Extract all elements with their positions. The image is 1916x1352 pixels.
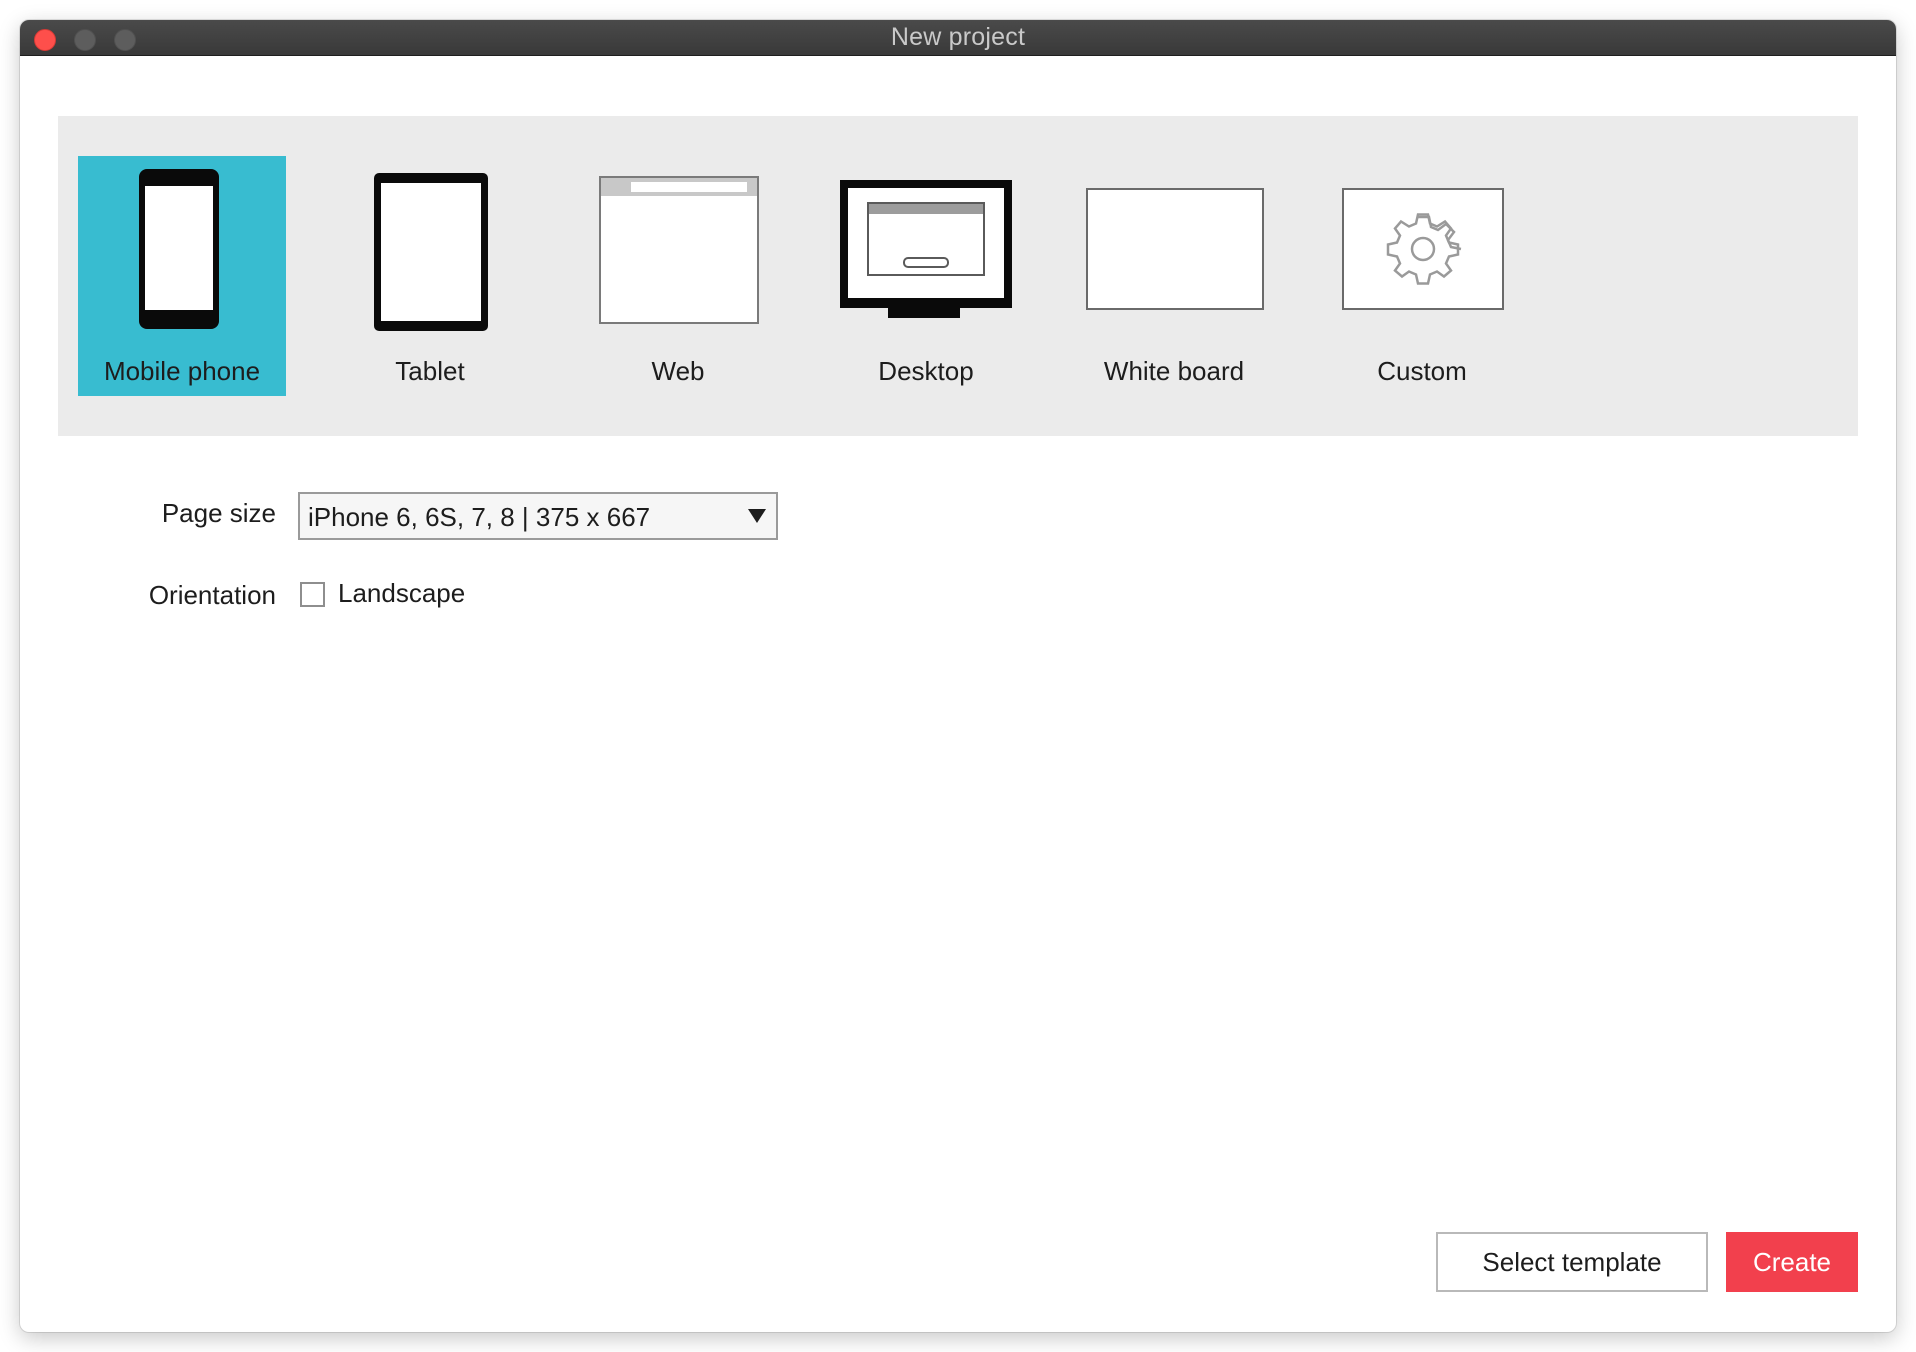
project-type-web[interactable]: Web [574,156,782,396]
page-size-label: Page size [161,498,276,528]
page-size-value: iPhone 6, 6S, 7, 8 | 375 x 667 [308,502,651,532]
page-size-select[interactable]: iPhone 6, 6S, 7, 8 | 375 x 667 [298,492,778,540]
desktop-monitor-icon [840,180,1012,318]
tablet-icon [374,173,488,331]
project-type-desktop[interactable]: Desktop [822,156,1030,396]
project-type-tablet[interactable]: Tablet [326,156,534,396]
select-template-button[interactable]: Select template [1436,1232,1708,1292]
chevron-down-icon [748,509,766,523]
project-type-label: Tablet [395,356,465,386]
project-type-label: Mobile phone [103,356,261,386]
web-browser-icon [599,176,759,324]
screen: New project Mobile phone Tablet Web Desk… [0,0,1916,1352]
project-type-white-board[interactable]: White board [1070,156,1278,396]
mobile-phone-icon [139,169,219,329]
landscape-label[interactable]: Landscape [338,578,465,609]
project-type-label: Web [651,356,705,386]
project-type-label: Custom [1377,356,1467,386]
project-type-panel: Mobile phone Tablet Web Desktop White bo… [58,116,1858,436]
project-type-label: Desktop [878,356,974,386]
gear-icon [1342,188,1504,310]
project-type-label: White board [1103,356,1245,386]
project-type-mobile-phone[interactable]: Mobile phone [78,156,286,396]
orientation-label: Orientation [148,580,276,610]
project-type-custom[interactable]: Custom [1318,156,1526,396]
title-bar: New project [20,20,1896,56]
new-project-dialog: New project Mobile phone Tablet Web Desk… [20,20,1896,1332]
create-button[interactable]: Create [1726,1232,1858,1292]
landscape-checkbox[interactable] [300,582,325,607]
window-title: New project [890,23,1026,51]
white-board-icon [1086,188,1264,310]
